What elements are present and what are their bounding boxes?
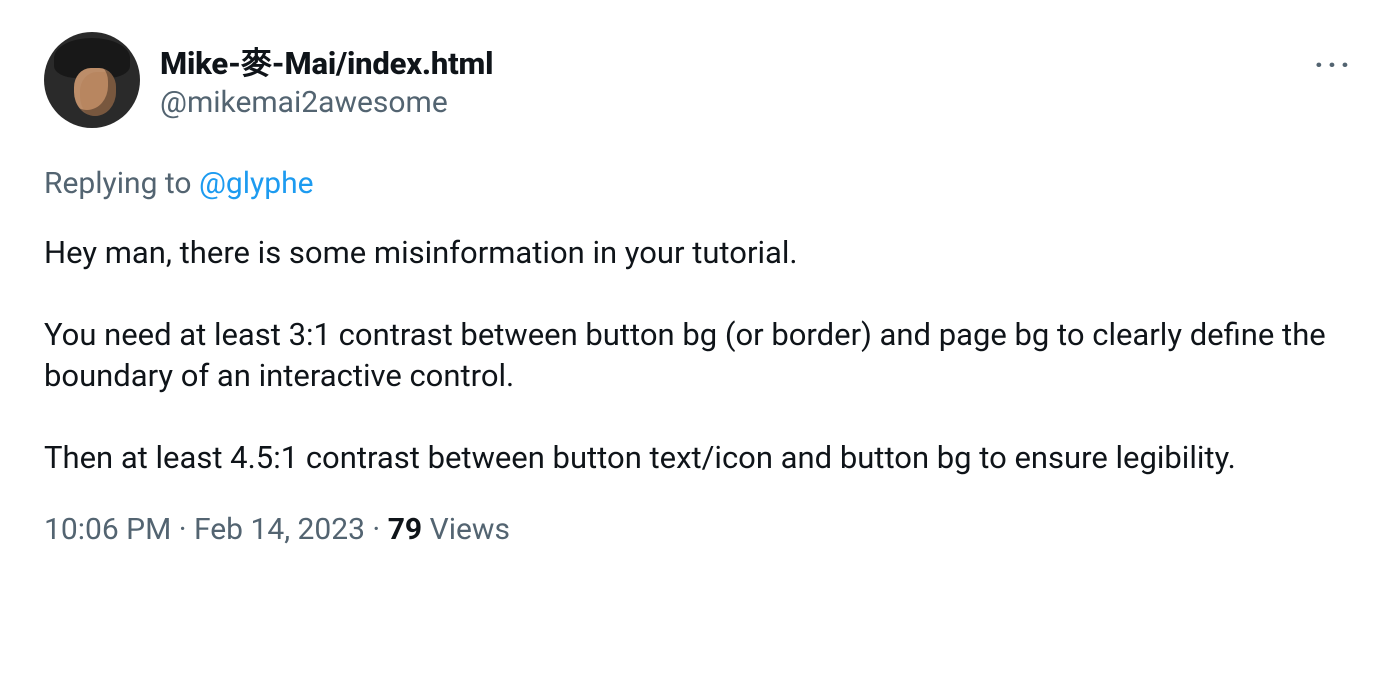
views-label: Views — [422, 512, 510, 547]
more-icon: ··· — [1314, 51, 1353, 81]
reply-mention[interactable]: @glyphe — [199, 166, 314, 201]
views-count[interactable]: 79 — [388, 512, 422, 547]
author-handle[interactable]: @mikemai2awesome — [160, 85, 493, 120]
author-block: Mike-麥-Mai/index.html @mikemai2awesome — [160, 32, 493, 120]
meta-sep: · — [171, 512, 194, 547]
author-display-name[interactable]: Mike-麥-Mai/index.html — [160, 38, 493, 83]
tweet-meta: 10:06 PM · Feb 14, 2023 · 79 Views — [44, 512, 1360, 547]
meta-sep: · — [365, 512, 388, 547]
tweet-text: Hey man, there is some misinformation in… — [44, 233, 1360, 478]
tweet-header: Mike-麥-Mai/index.html @mikemai2awesome — [44, 32, 1360, 128]
more-button[interactable]: ··· — [1312, 44, 1356, 88]
avatar-glasses — [78, 78, 114, 92]
tweet: Mike-麥-Mai/index.html @mikemai2awesome ·… — [0, 0, 1400, 573]
replying-to-prefix: Replying to — [44, 166, 199, 201]
replying-to: Replying to @glyphe — [44, 166, 1360, 201]
tweet-time[interactable]: 10:06 PM — [44, 512, 171, 547]
avatar[interactable] — [44, 32, 140, 128]
tweet-date[interactable]: Feb 14, 2023 — [194, 512, 365, 547]
